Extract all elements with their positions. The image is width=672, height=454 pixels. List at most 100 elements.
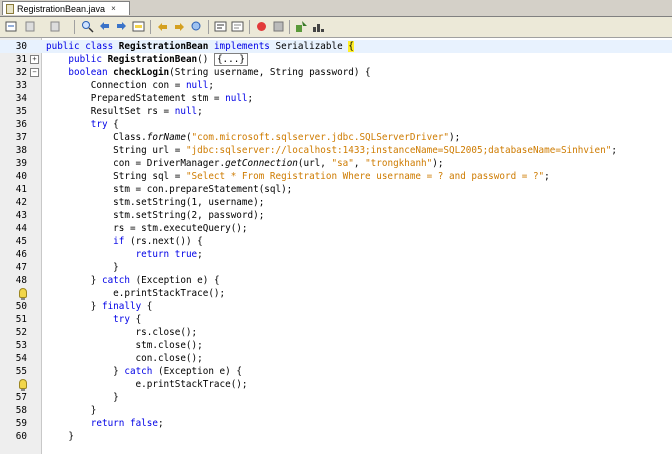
- shift-left-icon[interactable]: [155, 19, 170, 34]
- code-line[interactable]: 35 ResultSet rs = null;: [0, 105, 672, 118]
- line-number: 58: [15, 405, 27, 416]
- code-text: stm.setString(2, password);: [46, 209, 264, 222]
- code-line[interactable]: 45 if (rs.next()) {: [0, 235, 672, 248]
- code-line[interactable]: e.printStackTrace();: [0, 287, 672, 300]
- toggle-highlight-icon[interactable]: [131, 19, 146, 34]
- code-token: ;: [544, 171, 550, 182]
- forward-icon[interactable]: [48, 19, 63, 34]
- code-line[interactable]: 55 } catch (Exception e) {: [0, 365, 672, 378]
- code-token: public: [46, 41, 86, 52]
- code-line[interactable]: 52 rs.close();: [0, 326, 672, 339]
- code-line[interactable]: 41 stm = con.prepareStatement(sql);: [0, 183, 672, 196]
- line-number: 42: [15, 197, 27, 208]
- hint-lightbulb-icon[interactable]: [19, 379, 27, 391]
- line-number: 46: [15, 249, 27, 260]
- start-macro-icon[interactable]: [254, 19, 269, 34]
- tab-label: RegistrationBean.java: [17, 3, 106, 14]
- code-token: null: [225, 93, 248, 104]
- line-number: 30: [15, 41, 27, 52]
- code-token: catch: [101, 275, 130, 286]
- code-token: try: [90, 119, 108, 130]
- hint-lightbulb-icon[interactable]: [19, 288, 27, 300]
- find-previous-icon[interactable]: [97, 19, 112, 34]
- shift-right-icon[interactable]: [172, 19, 187, 34]
- code-token: );: [449, 132, 461, 143]
- code-line[interactable]: 59 return false;: [0, 417, 672, 430]
- code-token: stm.setString(2, password);: [46, 210, 265, 221]
- line-number: 51: [15, 314, 27, 325]
- code-token: true: [174, 249, 198, 260]
- code-token: {...}: [213, 53, 248, 66]
- code-line[interactable]: 53 stm.close();: [0, 339, 672, 352]
- editor-tab-bar: RegistrationBean.java ×: [0, 0, 672, 17]
- graph-icon[interactable]: [311, 19, 326, 34]
- code-text: try {: [46, 313, 141, 326]
- code-line[interactable]: 38 String url = "jdbc:sqlserver://localh…: [0, 144, 672, 157]
- code-line[interactable]: 46 return true;: [0, 248, 672, 261]
- code-text: Connection con = null;: [46, 79, 214, 92]
- code-line[interactable]: 60 }: [0, 430, 672, 443]
- find-next-icon[interactable]: [114, 19, 129, 34]
- code-token: "jdbc:sqlserver://localhost:1433;instanc…: [185, 145, 612, 156]
- code-line[interactable]: 32− boolean checkLogin(String username, …: [0, 66, 672, 79]
- code-token: "sa": [331, 158, 354, 169]
- code-line[interactable]: 36 try {: [0, 118, 672, 131]
- code-line[interactable]: 47 }: [0, 261, 672, 274]
- code-line[interactable]: 58 }: [0, 404, 672, 417]
- code-editor[interactable]: 30 public class RegistrationBean implemen…: [0, 38, 672, 454]
- code-text: } catch (Exception e) {: [46, 274, 220, 287]
- tab-registrationbean-java[interactable]: RegistrationBean.java ×: [2, 1, 130, 15]
- close-icon[interactable]: ×: [111, 4, 116, 13]
- code-line[interactable]: 37 Class.forName("com.microsoft.sqlserve…: [0, 131, 672, 144]
- line-number: 59: [15, 418, 27, 429]
- code-line[interactable]: 44 rs = stm.executeQuery();: [0, 222, 672, 235]
- code-line[interactable]: 50 } finally {: [0, 300, 672, 313]
- run-icon[interactable]: [294, 19, 309, 34]
- code-text: stm.close();: [46, 339, 203, 352]
- code-token: }: [46, 275, 102, 286]
- code-line[interactable]: e.printStackTrace();: [0, 378, 672, 391]
- code-line[interactable]: 43 stm.setString(2, password);: [0, 209, 672, 222]
- code-line[interactable]: 48 } catch (Exception e) {: [0, 274, 672, 287]
- line-number: 57: [15, 392, 27, 403]
- code-line[interactable]: 33 Connection con = null;: [0, 79, 672, 92]
- last-edit-icon[interactable]: [4, 19, 19, 34]
- collapse-fold-icon[interactable]: −: [30, 68, 39, 77]
- line-number: 43: [15, 210, 27, 221]
- line-number: 47: [15, 262, 27, 273]
- code-line[interactable]: 34 PreparedStatement stm = null;: [0, 92, 672, 105]
- code-token: {: [107, 119, 119, 130]
- code-token: (): [197, 54, 214, 65]
- line-number: 60: [15, 431, 27, 442]
- find-selection-icon[interactable]: [80, 19, 95, 34]
- code-line[interactable]: 30 public class RegistrationBean implemen…: [0, 40, 672, 53]
- code-text: public RegistrationBean() {...}: [46, 53, 248, 66]
- code-line[interactable]: 40 String sql = "Select * From Registrat…: [0, 170, 672, 183]
- code-token: e.printStackTrace();: [46, 288, 226, 299]
- code-line[interactable]: 42 stm.setString(1, username);: [0, 196, 672, 209]
- code-line[interactable]: 57 }: [0, 391, 672, 404]
- toggle-bookmark-icon[interactable]: [189, 19, 204, 34]
- code-line[interactable]: 54 con.close();: [0, 352, 672, 365]
- code-text: boolean checkLogin(String username, Stri…: [46, 66, 370, 79]
- code-token: }: [46, 392, 119, 403]
- line-number: 45: [15, 236, 27, 247]
- stop-macro-icon[interactable]: [271, 19, 286, 34]
- code-text: con = DriverManager.getConnection(url, "…: [46, 157, 443, 170]
- back-icon[interactable]: [23, 19, 38, 34]
- code-token: (Exception e) {: [152, 366, 242, 377]
- code-line[interactable]: 39 con = DriverManager.getConnection(url…: [0, 157, 672, 170]
- uncomment-icon[interactable]: [230, 19, 245, 34]
- code-token: if: [113, 236, 125, 247]
- comment-icon[interactable]: [213, 19, 228, 34]
- line-number: 48: [15, 275, 27, 286]
- code-token: }: [46, 262, 119, 273]
- expand-fold-icon[interactable]: +: [30, 55, 39, 64]
- code-line[interactable]: 51 try {: [0, 313, 672, 326]
- code-line[interactable]: 31 + public RegistrationBean() {...}: [0, 53, 672, 66]
- code-text: }: [46, 430, 74, 443]
